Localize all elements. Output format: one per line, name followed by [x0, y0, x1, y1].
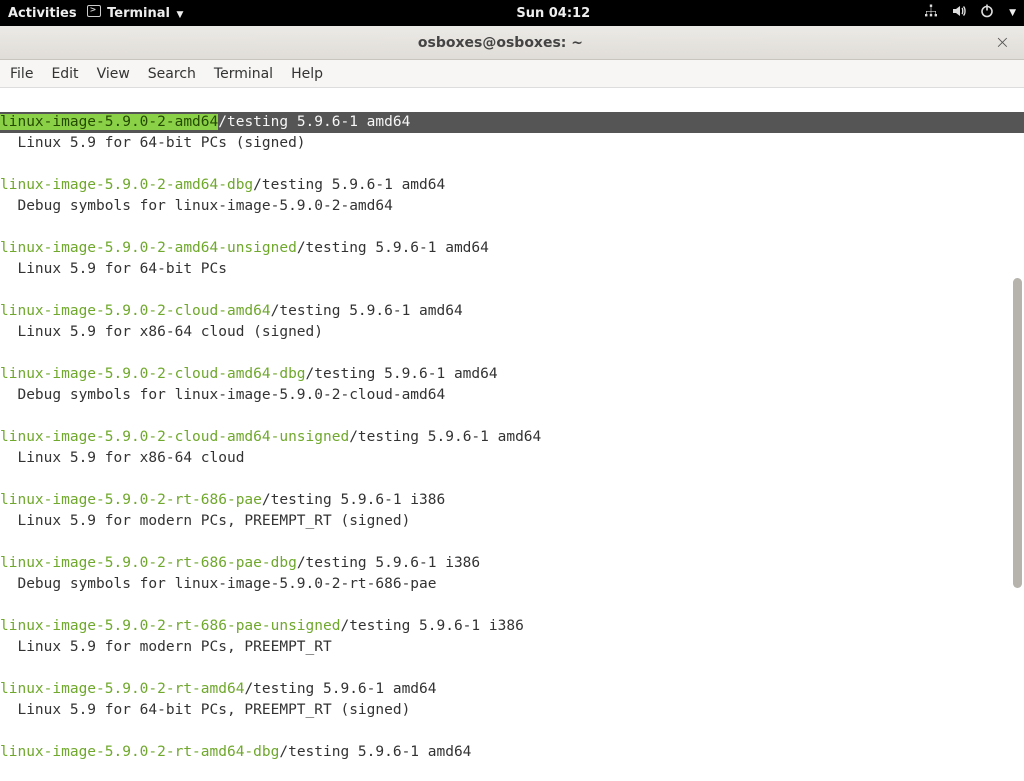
package-desc: Linux 5.9 for 64-bit PCs — [0, 259, 1024, 280]
package-name: linux-image-5.9.0-2-amd64-dbg — [0, 177, 253, 193]
package-desc: Linux 5.9 for x86-64 cloud (signed) — [0, 322, 1024, 343]
package-entry: linux-image-5.9.0-2-rt-amd64/testing 5.9… — [0, 679, 1024, 721]
terminal-icon — [87, 5, 101, 17]
package-suffix: /testing 5.9.6-1 amd64 — [349, 429, 541, 445]
package-name: linux-image-5.9.0-2-rt-amd64 — [0, 681, 244, 697]
volume-icon[interactable] — [951, 3, 967, 23]
window-title: osboxes@osboxes: ~ — [10, 35, 991, 51]
package-desc: Linux 5.9 for modern PCs, PREEMPT_RT (si… — [0, 511, 1024, 532]
package-suffix: /testing 5.9.6-1 i386 — [297, 555, 480, 571]
package-suffix: /testing 5.9.6-1 i386 — [340, 618, 523, 634]
menu-edit[interactable]: Edit — [51, 66, 78, 82]
package-desc: Debug symbols for linux-image-5.9.0-2-rt… — [0, 574, 1024, 595]
close-button[interactable]: × — [991, 32, 1014, 53]
menu-view[interactable]: View — [97, 66, 130, 82]
package-desc: Linux 5.9 for 64-bit PCs (signed) — [0, 133, 1024, 154]
package-suffix: /testing 5.9.6-1 amd64 — [297, 240, 489, 256]
package-desc: Linux 5.9 for modern PCs, PREEMPT_RT — [0, 637, 1024, 658]
package-entry: linux-image-5.9.0-2-amd64-dbg/testing 5.… — [0, 175, 1024, 217]
package-name: linux-image-5.9.0-2-cloud-amd64-dbg — [0, 366, 306, 382]
network-icon[interactable] — [923, 3, 939, 23]
package-entry: linux-image-5.9.0-2-rt-amd64-dbg/testing… — [0, 742, 1024, 763]
package-name: linux-image-5.9.0-2-amd64-unsigned — [0, 240, 297, 256]
power-icon[interactable] — [979, 3, 995, 23]
package-entry: linux-image-5.9.0-2-rt-686-pae/testing 5… — [0, 490, 1024, 532]
package-suffix: /testing 5.9.6-1 amd64 — [271, 303, 463, 319]
menu-file[interactable]: File — [10, 66, 33, 82]
package-suffix: /testing 5.9.6-1 amd64 — [253, 177, 445, 193]
package-suffix: /testing 5.9.6-1 amd64 — [244, 681, 436, 697]
package-entry: linux-image-5.9.0-2-cloud-amd64/testing … — [0, 301, 1024, 343]
package-suffix: /testing 5.9.6-1 amd64 — [279, 744, 471, 760]
package-entry: linux-image-5.9.0-2-rt-686-pae-dbg/testi… — [0, 553, 1024, 595]
menu-search[interactable]: Search — [148, 66, 196, 82]
package-desc: Linux 5.9 for x86-64 cloud — [0, 448, 1024, 469]
menu-help[interactable]: Help — [291, 66, 323, 82]
package-desc: Debug symbols for linux-image-5.9.0-2-am… — [0, 196, 1024, 217]
app-menu[interactable]: Terminal ▼ — [87, 5, 184, 21]
terminal-output[interactable]: linux-image-5.9.0-2-amd64/testing 5.9.6-… — [0, 88, 1024, 112]
package-entry: linux-image-5.9.0-2-rt-686-pae-unsigned/… — [0, 616, 1024, 658]
package-suffix: /testing 5.9.6-1 amd64 — [306, 366, 498, 382]
gnome-topbar: Activities Terminal ▼ Sun 04:12 ▼ — [0, 0, 1024, 26]
package-name: linux-image-5.9.0-2-rt-686-pae — [0, 492, 262, 508]
clock[interactable]: Sun 04:12 — [183, 6, 923, 21]
window-titlebar: osboxes@osboxes: ~ × — [0, 26, 1024, 60]
chevron-down-icon[interactable]: ▼ — [1009, 8, 1016, 18]
package-entry: linux-image-5.9.0-2-cloud-amd64-dbg/test… — [0, 364, 1024, 406]
activities-button[interactable]: Activities — [8, 6, 77, 21]
menu-terminal[interactable]: Terminal — [214, 66, 273, 82]
package-name: linux-image-5.9.0-2-rt-amd64-dbg — [0, 744, 279, 760]
package-name: linux-image-5.9.0-2-cloud-amd64 — [0, 303, 271, 319]
chevron-down-icon: ▼ — [177, 10, 184, 20]
scrollbar-track[interactable] — [1010, 88, 1024, 781]
package-name: linux-image-5.9.0-2-amd64 — [0, 114, 218, 130]
menubar: File Edit View Search Terminal Help — [0, 60, 1024, 88]
package-entry: linux-image-5.9.0-2-amd64-unsigned/testi… — [0, 238, 1024, 280]
package-desc: Linux 5.9 for 64-bit PCs, PREEMPT_RT (si… — [0, 700, 1024, 721]
package-name: linux-image-5.9.0-2-rt-686-pae-unsigned — [0, 618, 340, 634]
package-entry: linux-image-5.9.0-2-amd64/testing 5.9.6-… — [0, 112, 1024, 154]
scrollbar-thumb[interactable] — [1013, 278, 1022, 588]
package-suffix: /testing 5.9.6-1 i386 — [262, 492, 445, 508]
package-suffix: /testing 5.9.6-1 amd64 — [218, 114, 410, 130]
package-name: linux-image-5.9.0-2-rt-686-pae-dbg — [0, 555, 297, 571]
package-entry: linux-image-5.9.0-2-cloud-amd64-unsigned… — [0, 427, 1024, 469]
package-desc: Debug symbols for linux-image-5.9.0-2-cl… — [0, 385, 1024, 406]
package-name: linux-image-5.9.0-2-cloud-amd64-unsigned — [0, 429, 349, 445]
